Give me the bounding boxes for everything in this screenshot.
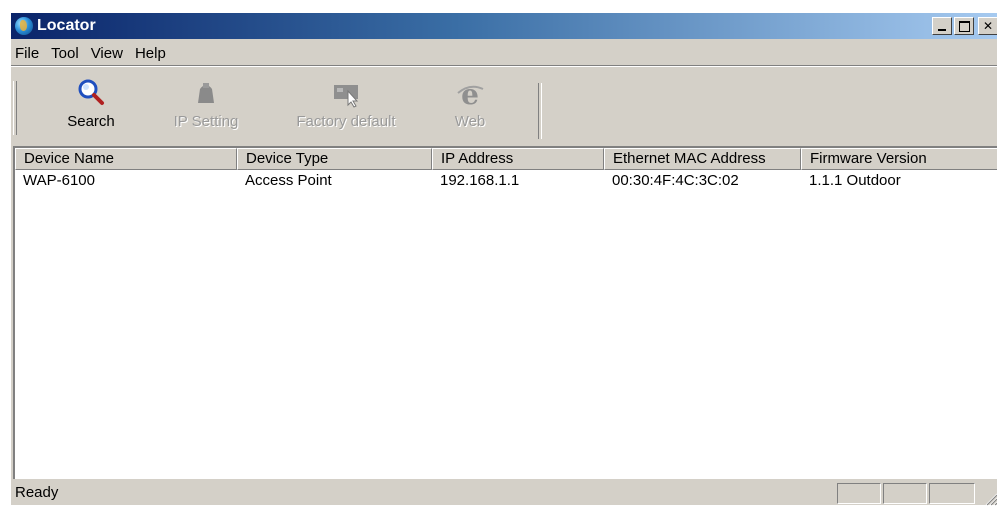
close-icon: ✕ xyxy=(982,19,994,33)
minimize-icon xyxy=(938,29,946,31)
globe-icon xyxy=(15,17,33,35)
menu-bar: File Tool View Help xyxy=(11,42,172,64)
web-icon: e xyxy=(454,77,486,111)
toolbar-separator xyxy=(538,83,542,139)
column-header-firmware-version[interactable]: Firmware Version xyxy=(801,148,997,170)
resize-grip-icon[interactable] xyxy=(984,492,997,506)
status-panel xyxy=(837,483,881,504)
toolbar-divider xyxy=(11,65,997,67)
cell-mac-address: 00:30:4F:4C:3C:02 xyxy=(612,172,739,189)
column-header-mac-address[interactable]: Ethernet MAC Address xyxy=(604,148,801,170)
column-header-device-type[interactable]: Device Type xyxy=(237,148,432,170)
web-button-label: Web xyxy=(454,113,486,130)
device-list[interactable]: Device Name Device Type IP Address Ether… xyxy=(13,146,997,479)
search-button-label: Search xyxy=(67,113,115,130)
status-panel xyxy=(883,483,927,504)
status-text: Ready xyxy=(15,484,59,501)
list-header: Device Name Device Type IP Address Ether… xyxy=(15,148,997,170)
menu-file[interactable]: File xyxy=(11,45,45,62)
window-title: Locator xyxy=(37,17,96,34)
toolbar: Search IP Setting Factory default e Web xyxy=(13,69,543,149)
maximize-button[interactable] xyxy=(954,17,974,35)
close-button[interactable]: ✕ xyxy=(978,17,997,35)
web-button[interactable]: e Web xyxy=(445,69,495,149)
status-panel xyxy=(929,483,975,504)
svg-text:e: e xyxy=(461,78,479,109)
menu-view[interactable]: View xyxy=(85,45,129,62)
title-bar[interactable]: Locator ✕ xyxy=(11,13,997,39)
cell-firmware-version: 1.1.1 Outdoor xyxy=(809,172,901,189)
factory-default-icon xyxy=(330,77,362,109)
toolbar-grip[interactable] xyxy=(13,81,17,135)
maximize-icon xyxy=(958,20,970,32)
window-controls: ✕ xyxy=(932,17,997,35)
minimize-button[interactable] xyxy=(932,17,952,35)
network-icon xyxy=(190,77,222,109)
column-header-ip-address[interactable]: IP Address xyxy=(432,148,604,170)
status-bar: Ready xyxy=(11,481,997,506)
ip-setting-button[interactable]: IP Setting xyxy=(161,69,251,149)
cell-ip-address: 192.168.1.1 xyxy=(440,172,520,189)
menu-help[interactable]: Help xyxy=(129,45,172,62)
cell-device-name: WAP-6100 xyxy=(23,172,95,189)
cell-device-type: Access Point xyxy=(245,172,332,189)
table-row[interactable]: WAP-6100 Access Point 192.168.1.1 00:30:… xyxy=(15,170,997,192)
column-header-device-name[interactable]: Device Name xyxy=(15,148,237,170)
factory-default-button-label: Factory default xyxy=(296,113,396,130)
menu-tool[interactable]: Tool xyxy=(45,45,85,62)
search-button[interactable]: Search xyxy=(51,69,131,149)
factory-default-button[interactable]: Factory default xyxy=(281,69,411,149)
locator-window: Locator ✕ File Tool View Help Search IP … xyxy=(10,12,997,506)
ip-setting-button-label: IP Setting xyxy=(173,113,239,130)
search-icon xyxy=(75,77,107,109)
